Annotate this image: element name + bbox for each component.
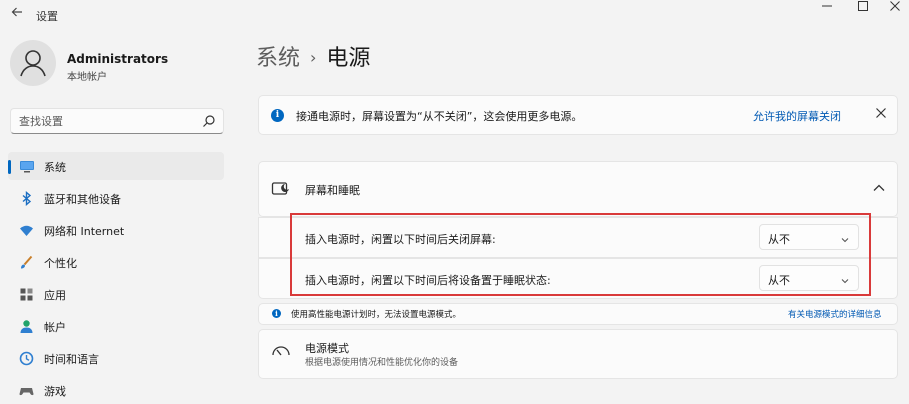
section-title: 屏幕和睡眠 [305,184,360,197]
banner-text: 接通电源时，屏幕设置为“从不关闭”，这会使用更多电源。 [296,110,583,123]
apps-icon [19,287,34,302]
maximize-icon[interactable] [846,0,880,16]
highlight-box [290,213,871,296]
screen-sleep-icon [271,180,291,198]
search-box[interactable] [10,108,224,134]
chevron-up-icon[interactable] [871,181,887,195]
window-title: 设置 [36,10,58,23]
sidebar-item-label: 时间和语言 [44,353,99,366]
info-icon: i [272,309,281,318]
sidebar-item-accounts[interactable]: 帐户 [8,312,224,340]
bluetooth-icon [19,190,34,207]
power-mode-title: 电源模式 [305,342,349,355]
person-icon [19,319,34,334]
sidebar-item-label: 个性化 [44,257,77,270]
breadcrumb-separator: › [310,48,317,67]
close-icon[interactable] [872,105,890,123]
sidebar-item-label: 系统 [44,161,66,174]
window-close-icon[interactable] [880,0,909,16]
monitor-icon [19,159,34,174]
power-mode-description: 根据电源使用情况和性能优化你的设备 [305,358,459,368]
sidebar-item-personalization[interactable]: 个性化 [8,248,224,276]
search-input[interactable] [19,109,199,133]
sidebar-item-network[interactable]: 网络和 Internet [8,216,224,244]
power-mode-icon [271,343,291,359]
brush-icon [19,255,34,270]
globe-clock-icon [19,351,34,366]
minimize-icon[interactable] [810,0,844,16]
title-bar: 设置 [0,0,909,28]
wifi-icon [19,223,34,238]
sidebar-item-apps[interactable]: 应用 [8,280,224,308]
page-title: 电源 [326,46,371,71]
power-mode-info-link[interactable]: 有关电源模式的详细信息 [788,308,882,320]
sidebar-item-time-language[interactable]: 时间和语言 [8,344,224,372]
search-icon[interactable] [201,113,217,129]
active-indicator [8,160,11,174]
account-type: 本地帐户 [67,72,107,83]
avatar[interactable] [10,40,56,86]
breadcrumb-parent[interactable]: 系统 [256,46,300,71]
sidebar-item-label: 帐户 [44,321,66,334]
sidebar-item-label: 应用 [44,289,66,302]
note-text: 使用高性能电源计划时，无法设置电源模式。 [291,310,462,320]
user-name: Administrators [67,52,169,66]
back-arrow-icon[interactable] [8,5,26,23]
sidebar-item-system[interactable]: 系统 [8,152,224,180]
gamepad-icon [19,383,34,398]
sidebar-item-label: 蓝牙和其他设备 [44,193,121,206]
sidebar-item-bluetooth[interactable]: 蓝牙和其他设备 [8,184,224,212]
power-mode-row [258,329,898,379]
breadcrumb: 系统 › 电源 [256,40,370,72]
allow-screen-off-link[interactable]: 允许我的屏幕关闭 [753,108,841,124]
sidebar-item-label: 游戏 [44,385,66,398]
info-icon: i [271,109,284,122]
sidebar-item-label: 网络和 Internet [44,225,125,238]
